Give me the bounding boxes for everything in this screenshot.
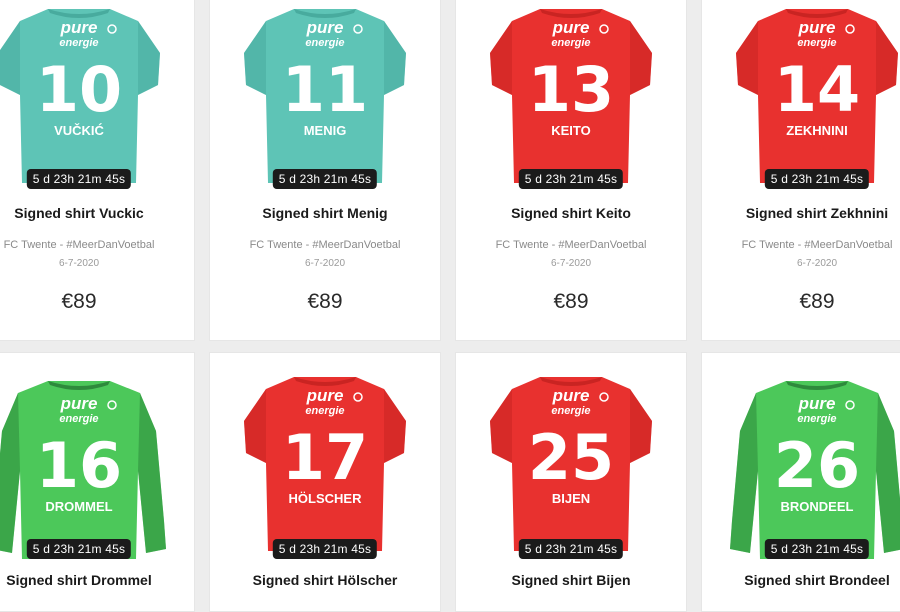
- product-seller: FC Twente - #MeerDanVoetbal: [249, 239, 401, 251]
- product-price: €89: [61, 290, 97, 313]
- countdown-timer: 5 d 23h 21m 45s: [764, 539, 870, 559]
- product-date: 6-7-2020: [796, 258, 838, 269]
- jersey-player-name: VUČKIĆ: [54, 123, 104, 138]
- jersey-sleeve-shade: [876, 21, 898, 95]
- jersey-sleeve-shade: [730, 393, 758, 553]
- shirt-image[interactable]: pure energie 14 ZEKHNINI: [702, 3, 900, 191]
- product-card-brondeel[interactable]: pure energie 26 BRONDEEL 5 d 23h 21m 45s Si…: [701, 352, 900, 612]
- product-card-holscher[interactable]: pure energie 17 HÖLSCHER 5 d 23h 21m 45s Si…: [209, 352, 441, 612]
- jersey-sleeve-shade: [490, 389, 512, 463]
- product-seller: FC Twente - #MeerDanVoetbal: [495, 239, 647, 251]
- jersey-sleeve-shade: [0, 393, 20, 553]
- sponsor-logo-text: energie: [797, 37, 836, 49]
- jersey-player-name: KEITO: [551, 123, 591, 138]
- sponsor-logo-text: pure: [306, 386, 344, 405]
- product-title[interactable]: Signed shirt Menig: [210, 205, 440, 221]
- product-title[interactable]: Signed shirt Drommel: [0, 572, 194, 588]
- jersey-sleeve-shade: [138, 21, 160, 95]
- jersey-number: 17: [282, 421, 368, 494]
- jersey-player-name: MENIG: [304, 123, 347, 138]
- product-card-drommel[interactable]: pure energie 16 DROMMEL 5 d 23h 21m 45s Sig…: [0, 352, 195, 612]
- product-seller: FC Twente - #MeerDanVoetbal: [741, 239, 893, 251]
- jersey-sleeve-shade: [736, 21, 758, 95]
- product-seller: FC Twente - #MeerDanVoetbal: [3, 239, 155, 251]
- sponsor-logo-text: pure: [552, 18, 590, 37]
- shirt-image[interactable]: pure energie 11 MENIG: [210, 3, 440, 191]
- jersey-player-name: HÖLSCHER: [289, 491, 363, 506]
- product-price: €89: [553, 290, 589, 313]
- jersey-number: 25: [528, 421, 614, 494]
- product-title[interactable]: Signed shirt Vuckic: [0, 205, 194, 221]
- product-card-bijen[interactable]: pure energie 25 BIJEN 5 d 23h 21m 45s Signe…: [455, 352, 687, 612]
- sponsor-logo-text: pure: [60, 18, 98, 37]
- jersey-sleeve-shade: [876, 393, 900, 553]
- jersey-sleeve-shade: [384, 21, 406, 95]
- jersey-number: 13: [528, 53, 614, 126]
- jersey-number: 10: [36, 53, 122, 126]
- product-price: €89: [307, 290, 343, 313]
- sponsor-logo-text: energie: [59, 413, 98, 425]
- shirt-image[interactable]: pure energie 17 HÖLSCHER: [210, 371, 440, 567]
- product-grid: pure energie 10 VUČKIĆ 5 d 23h 21m 45s Sign…: [0, 0, 900, 612]
- product-title[interactable]: Signed shirt Brondeel: [702, 572, 900, 588]
- sponsor-logo-text: pure: [798, 18, 836, 37]
- sponsor-logo-text: energie: [797, 413, 836, 425]
- jersey-sleeve-shade: [0, 21, 20, 95]
- sponsor-logo-text: energie: [551, 405, 590, 417]
- jersey-player-name: BRONDEEL: [781, 499, 854, 514]
- jersey-player-name: BIJEN: [552, 491, 590, 506]
- shirt-image[interactable]: pure energie 26 BRONDEEL: [702, 371, 900, 567]
- countdown-timer: 5 d 23h 21m 45s: [518, 539, 624, 559]
- product-title[interactable]: Signed shirt Bijen: [456, 572, 686, 588]
- product-title[interactable]: Signed shirt Zekhnini: [702, 205, 900, 221]
- jersey-sleeve-shade: [630, 389, 652, 463]
- sponsor-logo-text: pure: [306, 18, 344, 37]
- countdown-timer: 5 d 23h 21m 45s: [26, 539, 132, 559]
- shirt-image[interactable]: pure energie 13 KEITO: [456, 3, 686, 191]
- product-card-menig[interactable]: pure energie 11 MENIG 5 d 23h 21m 45s Signe…: [209, 0, 441, 341]
- jersey-sleeve-shade: [384, 389, 406, 463]
- sponsor-logo-text: pure: [60, 394, 98, 413]
- jersey-player-name: ZEKHNINI: [786, 123, 847, 138]
- jersey-sleeve-shade: [244, 21, 266, 95]
- product-price: €89: [799, 290, 835, 313]
- shirt-image[interactable]: pure energie 25 BIJEN: [456, 371, 686, 567]
- countdown-timer: 5 d 23h 21m 45s: [26, 169, 132, 189]
- jersey-number: 14: [774, 53, 860, 126]
- countdown-timer: 5 d 23h 21m 45s: [272, 539, 378, 559]
- countdown-timer: 5 d 23h 21m 45s: [764, 169, 870, 189]
- jersey-sleeve-shade: [138, 393, 166, 553]
- product-date: 6-7-2020: [550, 258, 592, 269]
- sponsor-logo-text: pure: [552, 386, 590, 405]
- product-date: 6-7-2020: [304, 258, 346, 269]
- countdown-timer: 5 d 23h 21m 45s: [272, 169, 378, 189]
- product-card-vuckic[interactable]: pure energie 10 VUČKIĆ 5 d 23h 21m 45s Sign…: [0, 0, 195, 341]
- jersey-number: 26: [774, 429, 860, 502]
- sponsor-logo-text: energie: [305, 37, 344, 49]
- sponsor-logo-text: energie: [551, 37, 590, 49]
- jersey-number: 16: [36, 429, 122, 502]
- shirt-image[interactable]: pure energie 10 VUČKIĆ: [0, 3, 194, 191]
- product-title[interactable]: Signed shirt Keito: [456, 205, 686, 221]
- product-title[interactable]: Signed shirt Hölscher: [210, 572, 440, 588]
- jersey-number: 11: [282, 53, 368, 126]
- shirt-image[interactable]: pure energie 16 DROMMEL: [0, 371, 194, 567]
- sponsor-logo-text: energie: [305, 405, 344, 417]
- product-card-zekhnini[interactable]: pure energie 14 ZEKHNINI 5 d 23h 21m 45s Si…: [701, 0, 900, 341]
- product-date: 6-7-2020: [58, 258, 100, 269]
- product-card-keito[interactable]: pure energie 13 KEITO 5 d 23h 21m 45s Signe…: [455, 0, 687, 341]
- sponsor-logo-text: pure: [798, 394, 836, 413]
- jersey-sleeve-shade: [630, 21, 652, 95]
- countdown-timer: 5 d 23h 21m 45s: [518, 169, 624, 189]
- jersey-player-name: DROMMEL: [45, 499, 112, 514]
- sponsor-logo-text: energie: [59, 37, 98, 49]
- jersey-sleeve-shade: [244, 389, 266, 463]
- jersey-sleeve-shade: [490, 21, 512, 95]
